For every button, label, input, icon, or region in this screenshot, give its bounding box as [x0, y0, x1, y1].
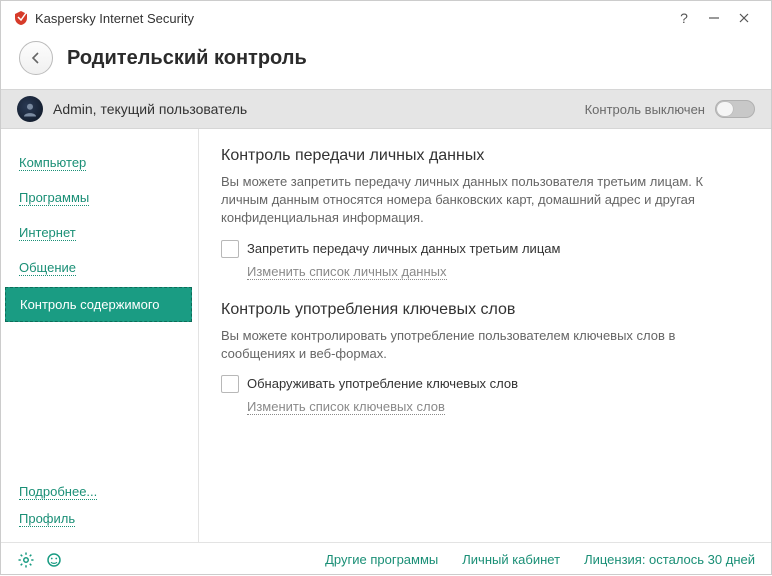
kaspersky-logo-icon: [13, 10, 29, 26]
settings-icon[interactable]: [17, 551, 35, 569]
sidebar-item-internet[interactable]: Интернет: [1, 215, 198, 250]
main-body: Компьютер Программы Интернет Общение Кон…: [1, 129, 771, 542]
checkbox-detect-keywords[interactable]: [221, 375, 239, 393]
close-button[interactable]: [729, 4, 759, 32]
sidebar-more-link[interactable]: Подробнее...: [1, 478, 198, 505]
sidebar-item-label: Контроль содержимого: [20, 297, 160, 312]
sidebar-item-programs[interactable]: Программы: [1, 180, 198, 215]
footer: Другие программы Личный кабинет Лицензия…: [1, 542, 771, 576]
footer-account[interactable]: Личный кабинет: [462, 552, 560, 567]
footer-other-programs[interactable]: Другие программы: [325, 552, 438, 567]
sidebar-item-label: Интернет: [19, 225, 76, 241]
link-label: Изменить список ключевых слов: [247, 399, 445, 415]
sidebar-item-label: Программы: [19, 190, 89, 206]
support-icon[interactable]: [45, 551, 63, 569]
sidebar-link-label: Профиль: [19, 511, 75, 527]
sidebar-item-label: Общение: [19, 260, 76, 276]
checkbox-row-block-personal: Запретить передачу личных данных третьим…: [221, 240, 749, 258]
sidebar-profile-link[interactable]: Профиль: [1, 505, 198, 532]
section-heading-personal-data: Контроль передачи личных данных: [221, 147, 749, 165]
link-label: Изменить список личных данных: [247, 264, 447, 280]
footer-license[interactable]: Лицензия: осталось 30 дней: [584, 552, 755, 567]
section-heading-keywords: Контроль употребления ключевых слов: [221, 301, 749, 319]
content-pane: Контроль передачи личных данных Вы может…: [199, 129, 771, 542]
user-avatar-icon: [17, 96, 43, 122]
checkbox-label: Запретить передачу личных данных третьим…: [247, 241, 560, 256]
control-state-label: Контроль выключен: [585, 102, 705, 117]
sidebar-item-computer[interactable]: Компьютер: [1, 145, 198, 180]
edit-personal-list-link[interactable]: Изменить список личных данных: [247, 264, 749, 279]
sidebar-item-communication[interactable]: Общение: [1, 250, 198, 285]
page-header: Родительский контроль: [1, 35, 771, 89]
control-toggle[interactable]: [715, 100, 755, 118]
app-title: Kaspersky Internet Security: [29, 11, 669, 26]
toggle-knob: [717, 102, 733, 116]
checkbox-label: Обнаруживать употребление ключевых слов: [247, 376, 518, 391]
sidebar-item-content-control[interactable]: Контроль содержимого: [5, 287, 192, 322]
help-button[interactable]: ?: [669, 4, 699, 32]
section-desc-keywords: Вы можете контролировать употребление по…: [221, 327, 749, 363]
page-title: Родительский контроль: [67, 47, 307, 70]
sidebar: Компьютер Программы Интернет Общение Кон…: [1, 129, 199, 542]
back-button[interactable]: [19, 41, 53, 75]
checkbox-block-personal[interactable]: [221, 240, 239, 258]
minimize-button[interactable]: [699, 4, 729, 32]
titlebar: Kaspersky Internet Security ?: [1, 1, 771, 35]
user-bar: Admin, текущий пользователь Контроль вык…: [1, 89, 771, 129]
edit-keywords-list-link[interactable]: Изменить список ключевых слов: [247, 399, 749, 414]
checkbox-row-detect-keywords: Обнаруживать употребление ключевых слов: [221, 375, 749, 393]
sidebar-link-label: Подробнее...: [19, 484, 97, 500]
sidebar-item-label: Компьютер: [19, 155, 86, 171]
user-name: Admin, текущий пользователь: [53, 101, 585, 117]
section-desc-personal-data: Вы можете запретить передачу личных данн…: [221, 173, 749, 228]
